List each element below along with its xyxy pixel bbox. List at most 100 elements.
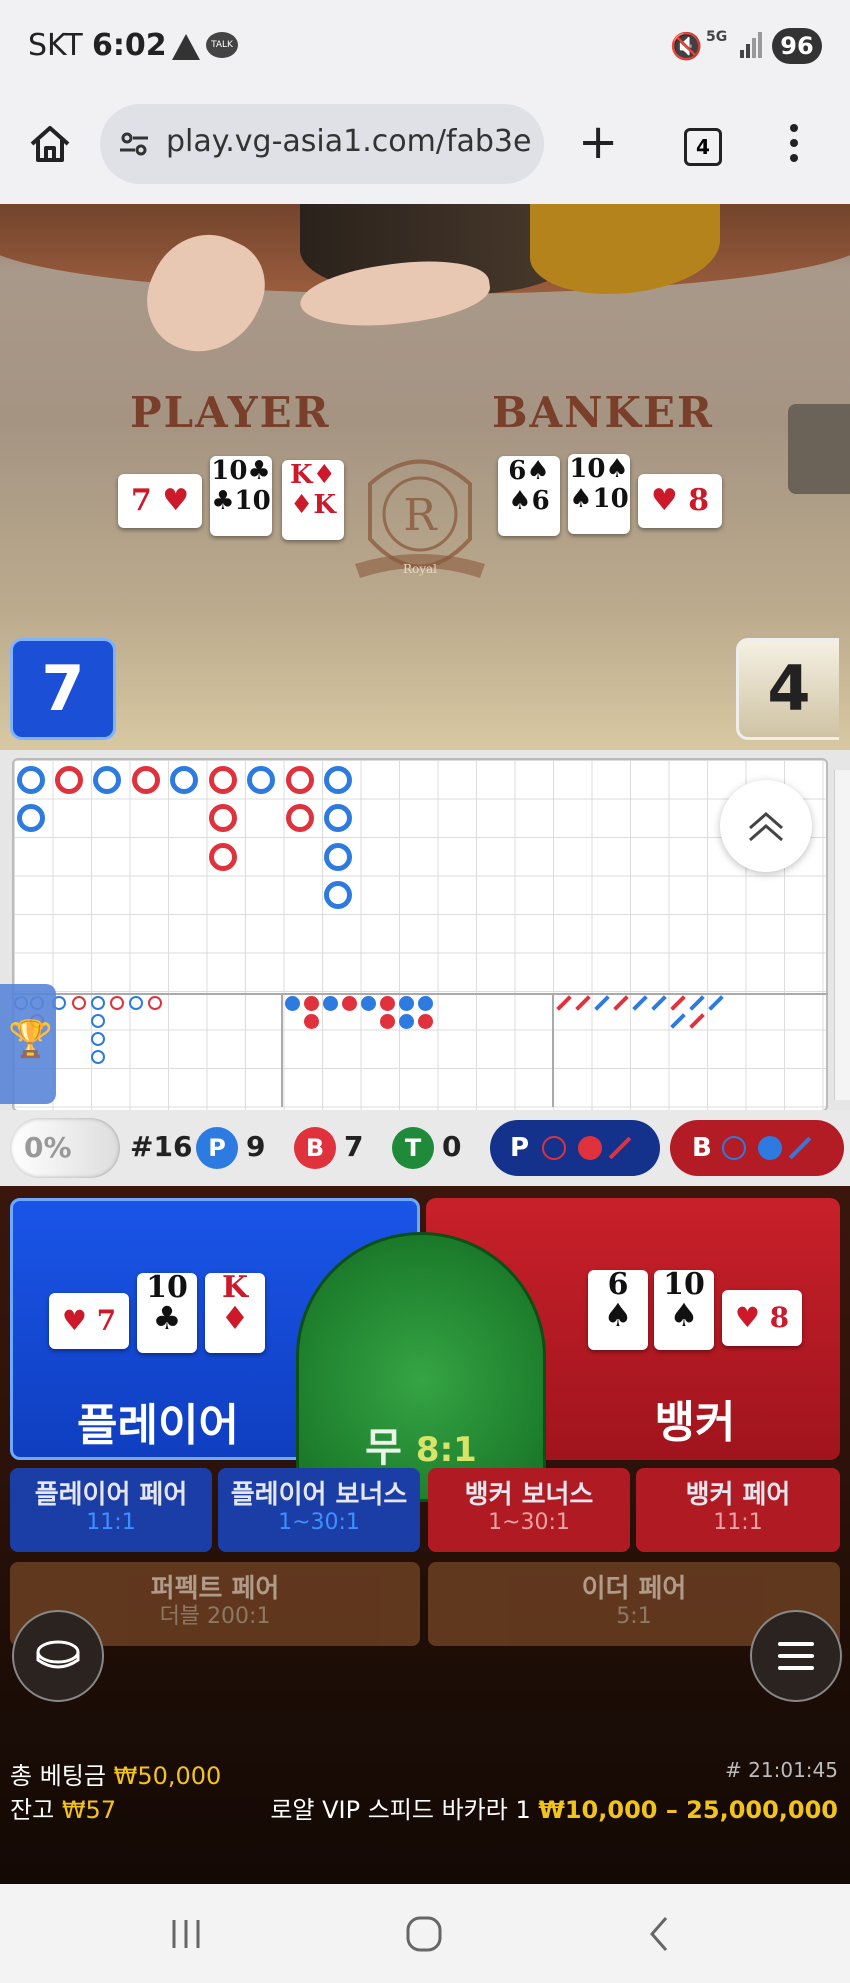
small-road-mark <box>380 996 395 1011</box>
player-pair-bet[interactable]: 플레이어 페어 11:1 <box>10 1468 212 1552</box>
progress-toggle[interactable]: 0% <box>10 1118 120 1178</box>
small-road-mark <box>399 996 414 1011</box>
round-id: # 21:01:45 <box>725 1758 838 1782</box>
chip-stack-icon <box>36 1640 80 1669</box>
player-card-1: 7 ♥ <box>118 474 202 528</box>
banker-result-card-3: ♥ 8 <box>722 1290 802 1346</box>
banker-bet-label: 뱅커 <box>654 1397 736 1448</box>
either-pair-name: 이더 페어 <box>581 1574 687 1604</box>
home-nav-icon[interactable] <box>404 1914 444 1954</box>
back-icon[interactable] <box>644 1914 674 1954</box>
road-bead-player <box>324 881 352 909</box>
road-bead-player <box>17 804 45 832</box>
svg-text:Royal: Royal <box>403 562 437 576</box>
banker-bonus-bet[interactable]: 뱅커 보너스 1~30:1 <box>428 1468 630 1552</box>
banker-bonus-name: 뱅커 보너스 <box>464 1480 594 1510</box>
trophy-icon: 🏆 <box>8 1019 53 1060</box>
tie-bet-text: 무 8:1 <box>299 1415 543 1473</box>
site-settings-icon[interactable] <box>118 128 150 160</box>
player-card-3: K♦ ♦K <box>282 460 344 540</box>
balance-line: 잔고 ₩57 <box>10 1790 116 1825</box>
player-card-2: 10♣ ♣10 <box>210 456 272 536</box>
predict-small-icon <box>578 1136 602 1160</box>
tab-switcher-button[interactable]: 4 <box>684 128 722 166</box>
big-eye-mark <box>91 1032 105 1046</box>
road-bead-banker <box>209 804 237 832</box>
table-info-line: 로얄 VIP 스피드 바카라 1 ₩10,000 – 25,000,000 <box>270 1790 838 1825</box>
road-bead-banker <box>55 766 83 794</box>
tie-bet-spot[interactable]: 무 8:1 <box>296 1232 546 1502</box>
carrier-label: SKT <box>28 28 83 63</box>
road-bead-banker <box>209 766 237 794</box>
road-bead-banker <box>286 766 314 794</box>
road-divider <box>12 993 828 995</box>
small-road-mark <box>399 1014 414 1029</box>
browser-toolbar: play.vg-asia1.com/fab3e + 4 <box>0 96 850 204</box>
player-pair-name: 플레이어 페어 <box>34 1480 188 1510</box>
road-bead-player <box>324 766 352 794</box>
player-result-card-2: 10 ♣ <box>137 1273 197 1353</box>
banker-card-3: ♥ 8 <box>638 474 722 528</box>
total-bet-label: 총 베팅금 <box>10 1762 106 1790</box>
banker-result-card-2: 10 ♠ <box>654 1270 714 1350</box>
road-bead-player <box>247 766 275 794</box>
next-panel-edge[interactable] <box>834 770 850 1100</box>
big-eye-mark <box>91 1050 105 1064</box>
banker-count-chip: B <box>294 1127 336 1169</box>
predict-big-eye-icon <box>542 1136 566 1160</box>
road-bead-banker <box>132 766 160 794</box>
banker-pair-odds: 11:1 <box>713 1510 763 1535</box>
game-menu-button[interactable] <box>750 1610 842 1702</box>
recent-apps-icon[interactable] <box>168 1916 204 1952</box>
ask-banker-button[interactable]: B <box>670 1120 844 1176</box>
big-eye-mark <box>129 996 143 1010</box>
battery-indicator: 96 <box>772 28 822 64</box>
tie-bet-label: 무 <box>365 1425 402 1471</box>
road-bead-player <box>324 843 352 871</box>
player-bonus-bet[interactable]: 플레이어 보너스 1~30:1 <box>218 1468 420 1552</box>
signal-icon <box>740 32 762 58</box>
chip-selector-button[interactable] <box>12 1610 104 1702</box>
big-eye-mark <box>148 996 162 1010</box>
player-score: 7 <box>10 638 116 740</box>
trophy-tab[interactable]: 🏆 <box>0 984 56 1104</box>
player-bet-label: 플레이어 <box>77 1400 239 1451</box>
ask-player-button[interactable]: P <box>490 1120 660 1176</box>
road-bead-player <box>17 766 45 794</box>
url-text[interactable]: play.vg-asia1.com/fab3e <box>166 124 536 159</box>
status-bar: SKT 6:02 TALK 🔇 5G 96 <box>0 0 850 96</box>
banker-bonus-odds: 1~30:1 <box>488 1510 570 1535</box>
road-divider <box>552 995 554 1107</box>
expand-roadmap-button[interactable] <box>720 780 812 872</box>
small-road-mark <box>418 1014 433 1029</box>
address-bar[interactable]: play.vg-asia1.com/fab3e <box>100 104 544 184</box>
home-icon[interactable] <box>28 122 72 166</box>
tie-count-chip: T <box>392 1127 434 1169</box>
road-bead-player <box>324 804 352 832</box>
small-road-mark <box>418 996 433 1011</box>
roadmap-panel[interactable]: 🏆 <box>0 750 850 1112</box>
perfect-pair-name: 퍼펙트 페어 <box>150 1574 280 1604</box>
predict-big-eye-icon <box>722 1136 746 1160</box>
ask-banker-label: B <box>692 1133 712 1163</box>
banker-card-2: 10♠ ♠10 <box>568 454 630 534</box>
more-menu-icon[interactable] <box>790 124 800 164</box>
banker-score: 4 <box>736 638 839 740</box>
total-bet-line: 총 베팅금 ₩50,000 <box>10 1756 221 1791</box>
warning-icon <box>172 34 200 60</box>
tie-bet-odds: 8:1 <box>415 1430 477 1470</box>
road-bead-player <box>170 766 198 794</box>
card-shoe <box>788 404 850 494</box>
network-type-icon: 5G <box>706 29 728 45</box>
small-road-mark <box>304 1014 319 1029</box>
banker-pair-name: 뱅커 페어 <box>685 1480 791 1510</box>
small-road-mark <box>304 996 319 1011</box>
banker-area-label: BANKER <box>492 388 714 437</box>
road-bead-banker <box>209 843 237 871</box>
banker-pair-bet[interactable]: 뱅커 페어 11:1 <box>636 1468 840 1552</box>
player-result-card-1: ♥ 7 <box>49 1293 129 1349</box>
new-tab-icon[interactable]: + <box>578 112 618 172</box>
mute-icon: 🔇 <box>670 32 703 62</box>
clock: 6:02 <box>92 28 167 63</box>
svg-text:R: R <box>403 490 438 541</box>
